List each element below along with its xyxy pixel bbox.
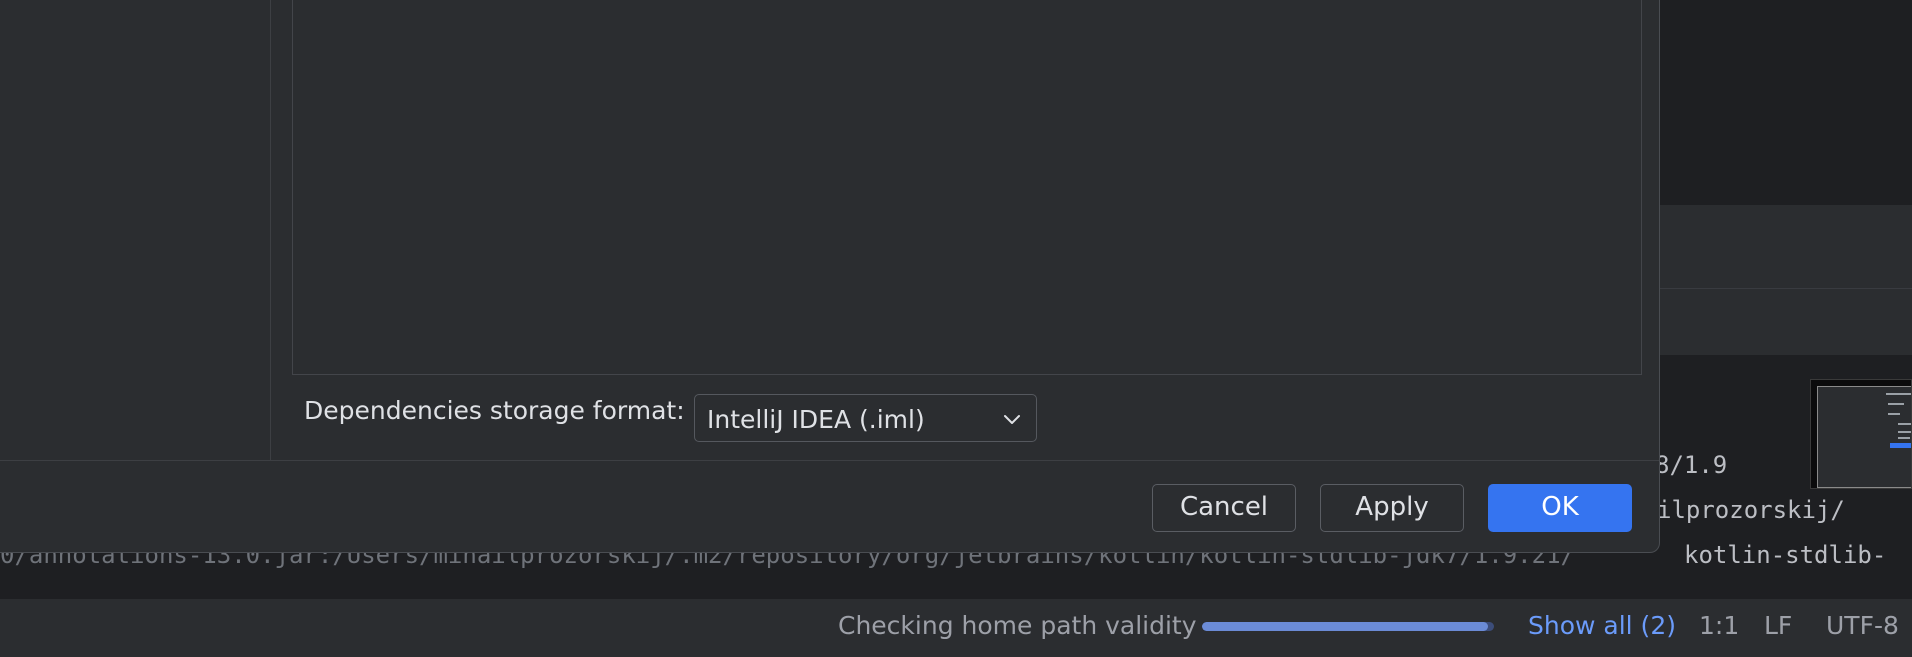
ok-button[interactable]: OK — [1488, 484, 1632, 532]
file-encoding[interactable]: UTF-8 — [1826, 611, 1899, 640]
deps-storage-value: IntelliJ IDEA (.iml) — [707, 405, 925, 434]
line-separator[interactable]: LF — [1764, 611, 1792, 640]
window-preview-content — [1817, 386, 1911, 488]
deps-storage-label: Dependencies storage format: — [304, 396, 685, 425]
window-preview-thumbnail[interactable] — [1810, 379, 1912, 489]
caret-position[interactable]: 1:1 — [1699, 611, 1739, 640]
project-structure-dialog: Dependencies storage format: IntelliJ ID… — [0, 0, 1660, 553]
background-task-progress[interactable] — [1202, 622, 1494, 631]
dialog-footer-divider — [0, 460, 1659, 461]
dialog-sidebar-divider — [270, 0, 271, 460]
show-all-tasks-link[interactable]: Show all (2) — [1528, 611, 1676, 640]
code-line: ilprozorskij/ — [1657, 496, 1845, 524]
chevron-down-icon — [1004, 415, 1020, 424]
dependencies-panel — [292, 0, 1642, 375]
ide-toolbar-band — [1640, 205, 1912, 288]
progress-fill — [1202, 622, 1489, 631]
code-line: kotlin-stdlib- — [1684, 541, 1887, 569]
ide-top-panel — [1640, 0, 1912, 205]
background-task-label[interactable]: Checking home path validity — [838, 611, 1197, 640]
deps-storage-select[interactable]: IntelliJ IDEA (.iml) — [694, 394, 1037, 442]
ide-tab-band — [1640, 289, 1912, 355]
cancel-button[interactable]: Cancel — [1152, 484, 1296, 532]
code-line: 8/1.9 — [1655, 451, 1728, 479]
apply-button[interactable]: Apply — [1320, 484, 1464, 532]
